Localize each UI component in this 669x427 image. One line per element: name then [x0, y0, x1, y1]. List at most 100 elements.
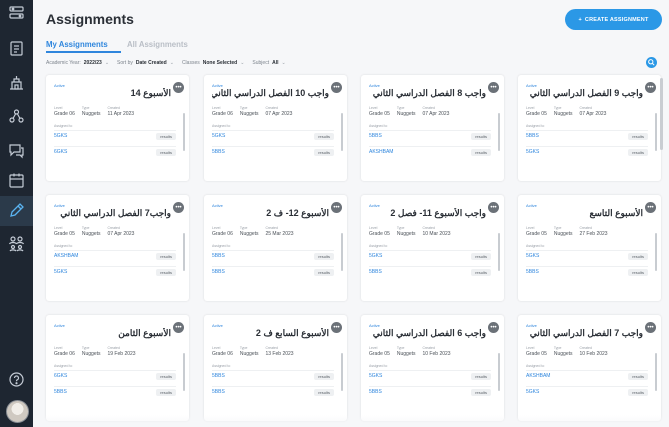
more-options-icon[interactable]: •••: [645, 322, 656, 333]
results-button[interactable]: results: [471, 148, 491, 156]
sort-by-select[interactable]: Date Created: [136, 60, 167, 66]
assignment-card[interactable]: Active ••• الأسبوع التاسع Level Grade 05 Type…: [518, 195, 661, 301]
class-link[interactable]: AKSHBAM: [526, 373, 550, 379]
class-link[interactable]: 5BBS: [212, 253, 225, 259]
more-options-icon[interactable]: •••: [645, 82, 656, 93]
help-icon[interactable]: [8, 371, 25, 388]
results-button[interactable]: results: [471, 268, 491, 276]
results-button[interactable]: results: [471, 132, 491, 140]
create-assignment-button[interactable]: + CREATE ASSIGNMENT: [565, 9, 662, 30]
assignment-card[interactable]: Active ••• واجب7 الفصل الدراسي الثاني Level…: [46, 195, 189, 301]
assignment-pen-icon[interactable]: [8, 202, 25, 219]
more-options-icon[interactable]: •••: [173, 82, 184, 93]
assignment-card[interactable]: Active ••• واجب 7 الفصل الدراسي الثاني Leve…: [518, 315, 661, 421]
more-options-icon[interactable]: •••: [331, 202, 342, 213]
class-link[interactable]: 5GKS: [212, 133, 225, 139]
card-scrollbar[interactable]: [655, 113, 657, 151]
class-link[interactable]: 5GKS: [369, 253, 382, 259]
more-options-icon[interactable]: •••: [488, 82, 499, 93]
card-scrollbar[interactable]: [183, 233, 185, 271]
card-scrollbar[interactable]: [341, 353, 343, 391]
dashboard-icon[interactable]: [8, 4, 25, 21]
results-button[interactable]: results: [471, 388, 491, 396]
search-icon[interactable]: [646, 57, 657, 68]
class-link[interactable]: 5BBS: [212, 149, 225, 155]
results-button[interactable]: results: [314, 148, 334, 156]
more-options-icon[interactable]: •••: [331, 322, 342, 333]
class-link[interactable]: 5GKS: [54, 133, 67, 139]
more-options-icon[interactable]: •••: [488, 202, 499, 213]
class-link[interactable]: 6GKS: [54, 149, 67, 155]
assignment-card[interactable]: Active ••• الأسبوع الثامن Level Grade 06 Type…: [46, 315, 189, 421]
results-button[interactable]: results: [156, 132, 176, 140]
avatar[interactable]: [6, 400, 29, 423]
results-button[interactable]: results: [628, 252, 648, 260]
class-link[interactable]: 5BBS: [212, 389, 225, 395]
results-button[interactable]: results: [314, 372, 334, 380]
class-link[interactable]: 5GKS: [526, 149, 539, 155]
building-icon[interactable]: [8, 74, 25, 91]
class-link[interactable]: 5BBS: [212, 269, 225, 275]
card-scrollbar[interactable]: [655, 233, 657, 271]
card-scrollbar[interactable]: [498, 353, 500, 391]
class-link[interactable]: 6GKS: [54, 373, 67, 379]
connections-icon[interactable]: [8, 108, 25, 125]
class-link[interactable]: 5BBS: [212, 373, 225, 379]
more-options-icon[interactable]: •••: [173, 322, 184, 333]
results-button[interactable]: results: [314, 252, 334, 260]
chat-icon[interactable]: [8, 142, 25, 159]
class-link[interactable]: 5GKS: [54, 269, 67, 275]
class-link[interactable]: 5BBS: [369, 269, 382, 275]
card-scrollbar[interactable]: [498, 233, 500, 271]
results-button[interactable]: results: [156, 148, 176, 156]
assignment-card[interactable]: Active ••• الأسبوع 12- ف 2 Level Grade 06 Typ…: [204, 195, 347, 301]
assignment-card[interactable]: Active ••• الأسبوع 14 Level Grade 06 Type Nugg…: [46, 75, 189, 181]
class-link[interactable]: 5GKS: [526, 389, 539, 395]
results-button[interactable]: results: [156, 268, 176, 276]
results-button[interactable]: results: [314, 388, 334, 396]
results-button[interactable]: results: [314, 268, 334, 276]
class-link[interactable]: AKSHBAM: [369, 149, 393, 155]
results-button[interactable]: results: [156, 388, 176, 396]
card-scrollbar[interactable]: [498, 113, 500, 151]
results-button[interactable]: results: [628, 268, 648, 276]
more-options-icon[interactable]: •••: [331, 82, 342, 93]
class-link[interactable]: 5BBS: [526, 133, 539, 139]
class-link[interactable]: 5GKS: [526, 253, 539, 259]
card-scrollbar[interactable]: [341, 113, 343, 151]
assignment-card[interactable]: Active ••• واجب 9 الفصل الدراسي الثاني Leve…: [518, 75, 661, 181]
results-button[interactable]: results: [156, 372, 176, 380]
more-options-icon[interactable]: •••: [488, 322, 499, 333]
class-link[interactable]: 5BBS: [54, 389, 67, 395]
tab-all-assignments[interactable]: All Assignments: [127, 40, 188, 49]
results-button[interactable]: results: [314, 132, 334, 140]
assignment-card[interactable]: Active ••• واجب 6 الفصل الدراسي الثاني Leve…: [361, 315, 504, 421]
users-icon[interactable]: [8, 235, 25, 252]
card-scrollbar[interactable]: [183, 353, 185, 391]
results-button[interactable]: results: [156, 252, 176, 260]
results-button[interactable]: results: [628, 148, 648, 156]
results-button[interactable]: results: [628, 132, 648, 140]
more-options-icon[interactable]: •••: [645, 202, 656, 213]
results-button[interactable]: results: [628, 388, 648, 396]
results-button[interactable]: results: [471, 372, 491, 380]
class-link[interactable]: 5BBS: [369, 133, 382, 139]
assignment-card[interactable]: Active ••• الأسبوع السابع ف 2 Level Grade 06…: [204, 315, 347, 421]
card-scrollbar[interactable]: [183, 113, 185, 151]
more-options-icon[interactable]: •••: [173, 202, 184, 213]
card-scrollbar[interactable]: [341, 233, 343, 271]
class-link[interactable]: 5GKS: [369, 373, 382, 379]
tab-my-assignments[interactable]: My Assignments: [46, 40, 108, 49]
class-link[interactable]: 5BBS: [369, 389, 382, 395]
assignment-card[interactable]: Active ••• واجب 10 الفصل الدراسي الثاني Lev…: [204, 75, 347, 181]
assignment-card[interactable]: Active ••• واجب الأسبوع 11- فصل 2 Level Grad…: [361, 195, 504, 301]
calendar-icon[interactable]: [8, 172, 25, 189]
subject-select[interactable]: All: [272, 60, 278, 66]
academic-year-select[interactable]: 2022/23: [84, 60, 102, 66]
class-link[interactable]: AKSHBAM: [54, 253, 78, 259]
results-button[interactable]: results: [628, 372, 648, 380]
document-icon[interactable]: [8, 40, 25, 57]
scrollbar[interactable]: [660, 78, 663, 150]
classes-select[interactable]: None Selected: [203, 60, 237, 66]
results-button[interactable]: results: [471, 252, 491, 260]
